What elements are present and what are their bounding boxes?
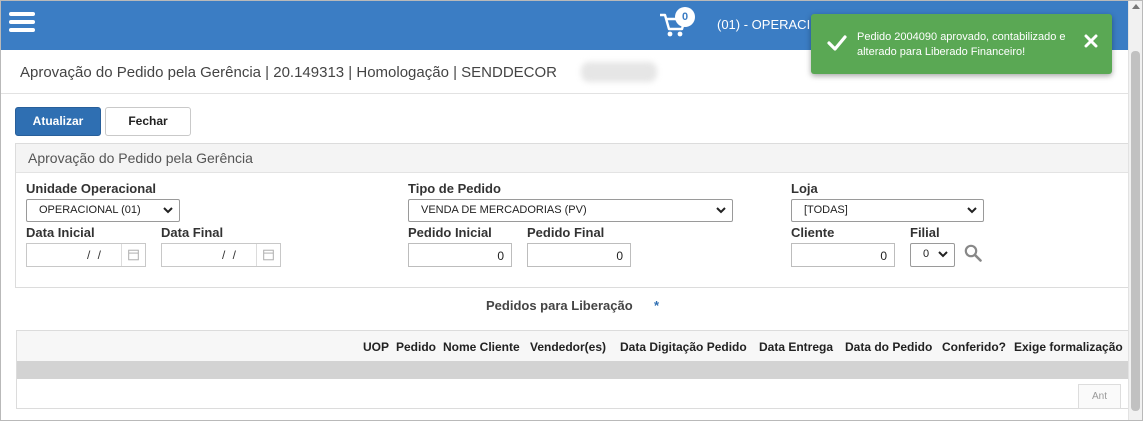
- tipo-pedido-value: VENDA DE MERCADORIAS (PV): [421, 204, 587, 216]
- success-toast: Pedido 2004090 aprovado, contabilizado e…: [811, 14, 1112, 74]
- vertical-scrollbar[interactable]: [1128, 1, 1142, 420]
- unidade-operacional-label: Unidade Operacional: [26, 181, 157, 196]
- check-icon: [827, 35, 847, 51]
- close-button[interactable]: Fechar: [105, 107, 191, 136]
- data-inicial-value: / /: [86, 248, 103, 262]
- pedido-inicial-label: Pedido Inicial: [408, 225, 492, 240]
- data-final-label: Data Final: [161, 225, 224, 240]
- app-window: 0 (01) - OPERACI Aprovação do Pedido pel…: [0, 0, 1143, 421]
- operational-unit-label[interactable]: (01) - OPERACI: [717, 17, 810, 32]
- filial-value: 0: [923, 248, 930, 260]
- grid-header: UOP Pedido Nome Cliente Vendedor(es) Dat…: [17, 331, 1129, 361]
- column-header-pedido[interactable]: Pedido: [396, 340, 436, 354]
- table-row[interactable]: [17, 361, 1129, 379]
- filial-label: Filial: [910, 225, 940, 240]
- column-header-data-digitacao[interactable]: Data Digitação Pedido: [620, 340, 747, 354]
- calendar-icon[interactable]: [256, 244, 280, 266]
- column-header-data-entrega[interactable]: Data Entrega: [759, 340, 833, 354]
- redacted-text: [581, 62, 657, 82]
- cliente-input[interactable]: 0: [791, 243, 895, 267]
- chevron-down-icon: [716, 207, 726, 214]
- pedidos-grid: UOP Pedido Nome Cliente Vendedor(es) Dat…: [16, 330, 1129, 409]
- search-icon[interactable]: [964, 244, 982, 262]
- chevron-down-icon: [967, 207, 977, 214]
- panel-title: Aprovação do Pedido pela Gerência: [16, 144, 1128, 173]
- unidade-operacional-select[interactable]: OPERACIONAL (01): [26, 199, 180, 222]
- scroll-thumb[interactable]: [1131, 51, 1140, 411]
- loja-value: [TODAS]: [804, 204, 848, 216]
- data-final-value: / /: [221, 248, 238, 262]
- cart-count-badge: 0: [675, 7, 695, 27]
- tipo-pedido-label: Tipo de Pedido: [408, 181, 501, 196]
- required-mark: *: [654, 298, 660, 313]
- column-header-vendedores[interactable]: Vendedor(es): [530, 340, 606, 354]
- column-header-data-pedido[interactable]: Data do Pedido: [845, 340, 932, 354]
- page-title: Aprovação do Pedido pela Gerência | 20.1…: [20, 64, 557, 81]
- pedido-final-label: Pedido Final: [527, 225, 605, 240]
- data-final-input[interactable]: / /: [161, 243, 281, 267]
- pedidos-section-title: Pedidos para Liberação: [486, 298, 633, 313]
- column-header-exige-formalizacao[interactable]: Exige formalização: [1014, 340, 1123, 354]
- loja-select[interactable]: [TODAS]: [791, 199, 984, 222]
- loja-label: Loja: [791, 181, 818, 196]
- toast-message: Pedido 2004090 aprovado, contabilizado e…: [857, 31, 1066, 58]
- data-inicial-label: Data Inicial: [26, 225, 95, 240]
- cliente-label: Cliente: [791, 225, 835, 240]
- chevron-down-icon: [163, 207, 173, 214]
- hamburger-menu-icon[interactable]: [9, 12, 35, 32]
- column-header-conferido[interactable]: Conferido?: [942, 340, 1006, 354]
- tipo-pedido-select[interactable]: VENDA DE MERCADORIAS (PV): [408, 199, 733, 222]
- calendar-icon[interactable]: [121, 244, 145, 266]
- chevron-down-icon: [938, 251, 948, 258]
- pedido-inicial-input[interactable]: 0: [408, 243, 512, 267]
- close-icon[interactable]: [1084, 34, 1098, 48]
- filial-select[interactable]: 0: [910, 243, 955, 267]
- data-inicial-input[interactable]: / /: [26, 243, 146, 267]
- pager-previous-button[interactable]: Ant: [1078, 384, 1121, 409]
- scroll-up-arrow-icon[interactable]: [1132, 4, 1140, 9]
- refresh-button[interactable]: Atualizar: [15, 107, 101, 136]
- column-header-uop[interactable]: UOP: [363, 340, 389, 354]
- pedido-final-input[interactable]: 0: [527, 243, 631, 267]
- unidade-operacional-value: OPERACIONAL (01): [39, 204, 141, 216]
- divider: [1, 93, 1128, 94]
- column-header-nome-cliente[interactable]: Nome Cliente: [443, 340, 520, 354]
